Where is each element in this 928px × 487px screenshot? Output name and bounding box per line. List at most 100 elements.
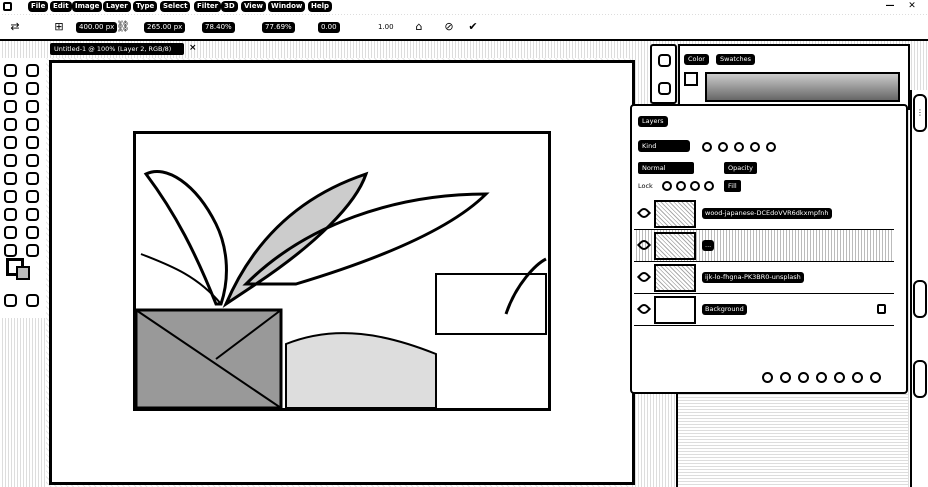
- stamp-tool-icon[interactable]: [26, 136, 39, 149]
- angle-field[interactable]: 0.00: [318, 22, 340, 33]
- dodge-tool-icon[interactable]: [4, 190, 17, 203]
- eyedropper-tool-icon[interactable]: [4, 118, 17, 131]
- color-spectrum[interactable]: [705, 72, 900, 102]
- close-button[interactable]: ✕: [906, 1, 918, 12]
- tab-color[interactable]: Color: [684, 54, 709, 65]
- path-select-tool-icon[interactable]: [26, 208, 39, 221]
- lock-position-icon[interactable]: [690, 181, 700, 191]
- menu-layer[interactable]: Layer: [103, 1, 131, 12]
- filter-pixel-icon[interactable]: [702, 142, 712, 152]
- eraser-tool-icon[interactable]: [26, 154, 39, 167]
- panel-icon-1[interactable]: [913, 280, 927, 318]
- eye-icon[interactable]: [636, 269, 652, 285]
- filter-type-icon[interactable]: [734, 142, 744, 152]
- kind-filter-select[interactable]: Kind: [638, 140, 690, 152]
- panel-icon-2[interactable]: [913, 360, 927, 398]
- history-panel-icon[interactable]: [658, 54, 671, 67]
- type-tool-icon[interactable]: [4, 208, 17, 221]
- document-tab[interactable]: Untitled-1 @ 100% (Layer 2, RGB/8): [50, 43, 184, 55]
- move-tool-icon[interactable]: [4, 64, 17, 77]
- fx-icon[interactable]: [780, 372, 791, 383]
- layer-name[interactable]: Background: [702, 304, 747, 315]
- menu-file[interactable]: File: [28, 1, 49, 12]
- shape-tool-icon[interactable]: [4, 226, 17, 239]
- commit-transform-button[interactable]: ✔: [466, 20, 480, 34]
- gradient-tool-icon[interactable]: [4, 172, 17, 185]
- color-panel-swatch[interactable]: [684, 72, 698, 86]
- pen-tool-icon[interactable]: [26, 190, 39, 203]
- healing-tool-icon[interactable]: [26, 118, 39, 131]
- eye-icon[interactable]: [636, 205, 652, 221]
- menu-filter[interactable]: Filter: [194, 1, 222, 12]
- zoom-tool-icon[interactable]: [4, 244, 17, 257]
- filter-shape-icon[interactable]: [750, 142, 760, 152]
- layer-name[interactable]: ...: [702, 240, 715, 251]
- menu-view[interactable]: View: [241, 1, 266, 12]
- menu-type[interactable]: Type: [133, 1, 158, 12]
- width-field[interactable]: 400.00 px: [76, 22, 118, 33]
- lock-image-icon[interactable]: [676, 181, 686, 191]
- cancel-transform-button[interactable]: ⊘: [442, 20, 456, 34]
- adjustment-icon[interactable]: [816, 372, 827, 383]
- brush-tool-icon[interactable]: [4, 136, 17, 149]
- layer-row[interactable]: wood-japanese-DCEdoVVR6dkxmpfnh: [634, 198, 894, 230]
- interpolation-field[interactable]: 1.00: [378, 23, 394, 31]
- tab-swatches[interactable]: Swatches: [716, 54, 756, 65]
- properties-panel-icon[interactable]: [658, 82, 671, 95]
- layer-row[interactable]: ijk-lo-fhgna-PK3BR0-unsplash: [634, 262, 894, 294]
- layer-name[interactable]: wood-japanese-DCEdoVVR6dkxmpfnh: [702, 208, 832, 219]
- opacity-field[interactable]: Opacity: [724, 162, 758, 174]
- crop-tool-icon[interactable]: [26, 100, 39, 113]
- menu-window[interactable]: Window: [268, 1, 306, 12]
- filter-smart-icon[interactable]: [766, 142, 776, 152]
- tab-layers[interactable]: Layers: [638, 116, 668, 127]
- menu-image[interactable]: Image: [72, 1, 103, 12]
- layer-name[interactable]: ijk-lo-fhgna-PK3BR0-unsplash: [702, 272, 804, 283]
- y-percent-field[interactable]: 77.69%: [262, 22, 295, 33]
- background-color-swatch[interactable]: [16, 266, 30, 280]
- fill-field[interactable]: Fill: [724, 180, 741, 192]
- link-layers-icon[interactable]: [762, 372, 773, 383]
- blur-tool-icon[interactable]: [26, 172, 39, 185]
- lock-all-icon[interactable]: [704, 181, 714, 191]
- marquee-tool-icon[interactable]: [4, 82, 17, 95]
- menu-select[interactable]: Select: [160, 1, 191, 12]
- move-icon[interactable]: ⇄: [8, 20, 22, 34]
- screen-mode-icon[interactable]: [26, 294, 39, 307]
- height-field[interactable]: 265.00 px: [144, 22, 186, 33]
- more-tools-icon[interactable]: [26, 244, 39, 257]
- blend-mode-select[interactable]: Normal: [638, 162, 694, 174]
- menu-edit[interactable]: Edit: [50, 1, 72, 12]
- close-tab-icon[interactable]: ×: [189, 43, 197, 53]
- warp-icon[interactable]: ⌂: [412, 20, 426, 34]
- layer-row-selected[interactable]: ...: [634, 230, 894, 262]
- menu-bar: File Edit Image Layer Type Select Filter…: [0, 0, 928, 14]
- minimize-button[interactable]: —: [884, 1, 896, 12]
- folder-icon[interactable]: [834, 372, 845, 383]
- lasso-tool-icon[interactable]: [26, 82, 39, 95]
- eye-icon[interactable]: [636, 301, 652, 317]
- menu-help[interactable]: Help: [308, 1, 333, 12]
- layer-thumbnail: [654, 264, 696, 292]
- panel-collapse-button[interactable]: ⋮: [913, 94, 927, 132]
- eye-icon[interactable]: [636, 237, 652, 253]
- tools-panel: [0, 58, 45, 318]
- quick-mask-icon[interactable]: [4, 294, 17, 307]
- link-icon[interactable]: ⛓: [116, 20, 130, 34]
- plant-photo-layer[interactable]: [133, 131, 551, 411]
- history-brush-tool-icon[interactable]: [4, 154, 17, 167]
- layer-row-background[interactable]: Background: [634, 294, 894, 326]
- app-icon[interactable]: [3, 2, 12, 11]
- plant-illustration: [136, 169, 547, 408]
- hand-tool-icon[interactable]: [26, 226, 39, 239]
- quick-select-tool-icon[interactable]: [4, 100, 17, 113]
- mask-icon[interactable]: [798, 372, 809, 383]
- artboard-tool-icon[interactable]: [26, 64, 39, 77]
- menu-3d[interactable]: 3D: [221, 1, 238, 12]
- x-percent-field[interactable]: 78.40%: [202, 22, 235, 33]
- new-layer-icon[interactable]: [852, 372, 863, 383]
- trash-icon[interactable]: [870, 372, 881, 383]
- reference-point-icon[interactable]: ⊞: [52, 20, 66, 34]
- filter-adjustment-icon[interactable]: [718, 142, 728, 152]
- lock-transparent-icon[interactable]: [662, 181, 672, 191]
